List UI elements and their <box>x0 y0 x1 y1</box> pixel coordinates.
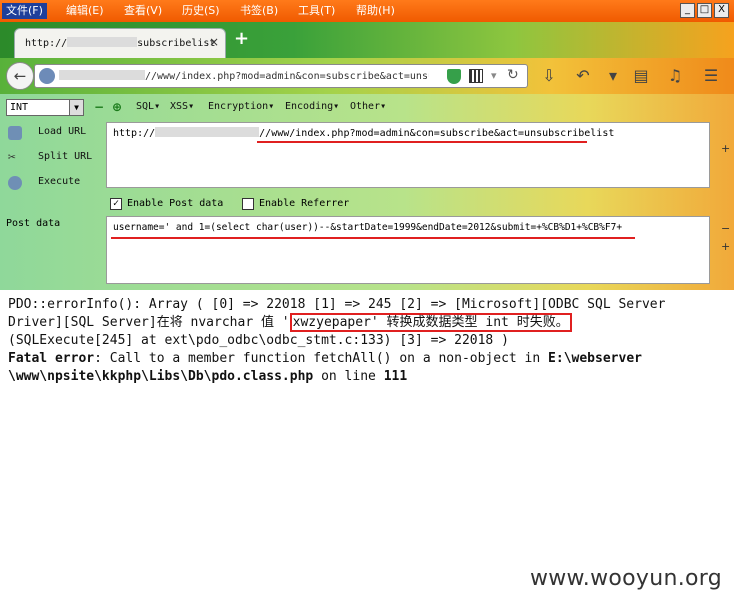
fatal-error-line: Fatal error: Call to a member function f… <box>8 351 642 366</box>
dropdown-icon[interactable]: ▾ <box>491 69 497 82</box>
error-line: Driver][SQL Server]在将 nvarchar 值 ' xwzyep… <box>8 313 728 332</box>
menu-bar: 文件(F) 编辑(E) 查看(V) 历史(S) 书签(B) 工具(T) 帮助(H… <box>0 0 734 22</box>
reader-icon[interactable]: ▤ <box>630 66 652 88</box>
menu-icon[interactable]: ☰ <box>700 66 722 88</box>
globe-icon <box>39 68 55 84</box>
page-content: PDO::errorInfo(): Array ( [0] => 22018 [… <box>8 296 728 386</box>
minus-icon[interactable]: − <box>721 222 730 235</box>
error-line: PDO::errorInfo(): Array ( [0] => 22018 [… <box>8 297 666 312</box>
error-line: (SQLExecute[245] at ext\pdo_odbc\odbc_st… <box>8 333 509 348</box>
tab-subscribelist[interactable]: http://subscribelist × <box>14 28 226 58</box>
sound-icon[interactable]: ♫ <box>664 66 686 88</box>
url-underline <box>257 141 587 143</box>
plus-icon[interactable]: + <box>721 240 730 253</box>
qr-icon[interactable] <box>469 69 483 83</box>
menu-bookmarks[interactable]: 书签(B) <box>236 3 282 19</box>
hackbar-menu-sql[interactable]: SQL▾ <box>136 101 160 112</box>
dropdown-icon[interactable]: ▾ <box>602 66 624 88</box>
play-icon <box>8 176 22 190</box>
highlighted-error: xwzyepaper' 转换成数据类型 int 时失败。 <box>289 313 572 332</box>
post-data-field[interactable]: username=' and 1=(select char(user))--&s… <box>106 216 710 284</box>
checkbox-box: ✓ <box>110 198 122 210</box>
menu-view[interactable]: 查看(V) <box>120 3 166 19</box>
post-underline <box>111 237 635 239</box>
nav-bar: ← //www/index.php?mod=admin&con=subscrib… <box>0 58 734 94</box>
plus-icon[interactable]: + <box>721 142 730 155</box>
undo-icon[interactable]: ↶ <box>572 66 594 88</box>
hackbar-type-select[interactable]: INT ▼ <box>6 99 84 116</box>
post-data-label: Post data <box>6 218 61 229</box>
close-button[interactable]: X <box>714 3 729 18</box>
fatal-error-line: \www\npsite\kkphp\Libs\Db\pdo.class.php … <box>8 369 408 384</box>
shield-icon[interactable] <box>447 69 461 84</box>
redacted-host <box>59 70 145 80</box>
fatal-line-number: 111 <box>383 369 408 384</box>
menu-history[interactable]: 历史(S) <box>178 3 224 19</box>
tab-close-icon[interactable]: × <box>209 35 219 49</box>
fatal-path: E:\webserver <box>548 351 642 366</box>
menu-help[interactable]: 帮助(H) <box>352 3 399 19</box>
chevron-down-icon: ▼ <box>69 100 83 115</box>
tab-title: http://subscribelist <box>25 37 216 49</box>
hackbar-url-field[interactable]: http:////www/index.php?mod=admin&con=sub… <box>106 122 710 188</box>
minus-icon[interactable]: − <box>94 100 104 114</box>
menu-tools[interactable]: 工具(T) <box>294 3 339 19</box>
back-icon[interactable]: ← <box>6 62 34 90</box>
reload-icon[interactable]: ↻ <box>507 67 519 83</box>
redacted-host <box>155 127 260 137</box>
hackbar-menu-other[interactable]: Other▾ <box>350 101 386 112</box>
hackbar-menu-encoding[interactable]: Encoding▾ <box>285 101 339 112</box>
hackbar-menu-xss[interactable]: XSS▾ <box>170 101 194 112</box>
minimize-button[interactable]: _ <box>680 3 695 18</box>
tab-bar: http://subscribelist × + <box>0 22 734 58</box>
load-url-icon <box>8 126 22 140</box>
checkbox-box <box>242 198 254 210</box>
menu-file[interactable]: 文件(F) <box>2 3 47 19</box>
fatal-label: Fatal error <box>8 351 95 366</box>
download-icon[interactable]: ⇩ <box>538 66 560 88</box>
plus-icon[interactable]: ⊕ <box>112 100 122 114</box>
menu-edit[interactable]: 编辑(E) <box>62 3 108 19</box>
fatal-path: \www\npsite\kkphp\Libs\Db\pdo.class.php <box>8 369 314 384</box>
address-bar[interactable]: //www/index.php?mod=admin&con=subscribe&… <box>34 64 528 88</box>
hackbar-url-text[interactable]: http:////www/index.php?mod=admin&con=sub… <box>113 127 614 139</box>
maximize-button[interactable]: □ <box>697 3 712 18</box>
new-tab-button[interactable]: + <box>234 28 249 49</box>
watermark: www.wooyun.org <box>529 566 722 591</box>
hackbar-panel: INT ▼ − ⊕ SQL▾ XSS▾ Encryption▾ Encoding… <box>0 94 734 290</box>
address-url[interactable]: //www/index.php?mod=admin&con=subscribe&… <box>59 70 429 82</box>
post-data-text[interactable]: username=' and 1=(select char(user))--&s… <box>113 222 622 233</box>
redacted-host <box>67 37 138 47</box>
hackbar-menu-encryption[interactable]: Encryption▾ <box>208 101 274 112</box>
scissors-icon: ✂ <box>8 150 16 165</box>
